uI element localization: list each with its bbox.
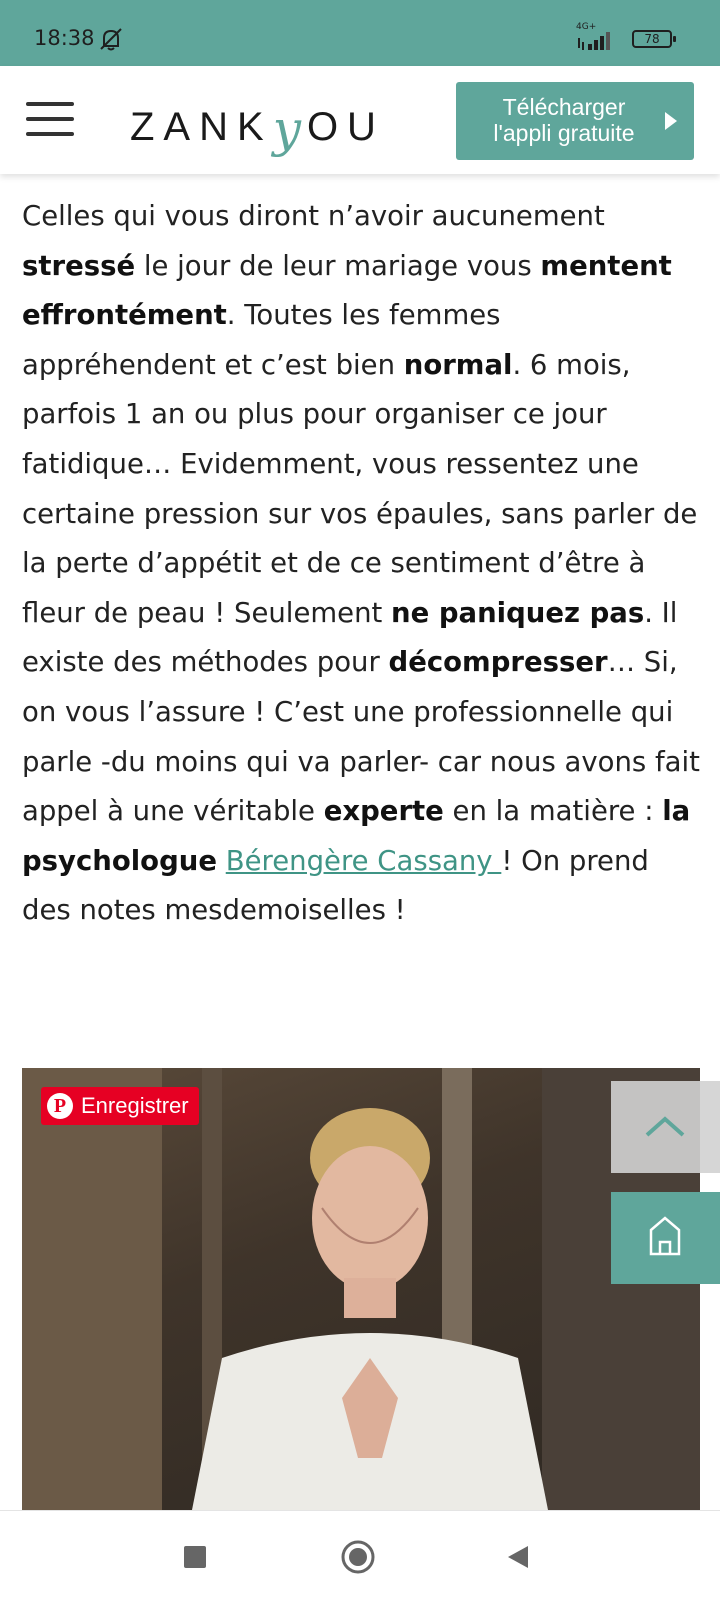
status-bar: 18:38 4G+ 78 (0, 0, 720, 66)
hamburger-menu-icon[interactable] (26, 102, 74, 138)
recent-apps-icon[interactable] (184, 1546, 206, 1568)
article-body: Celles qui vous diront n’avoir aucunemen… (22, 200, 700, 927)
download-app-button[interactable]: Télécharger l'appli gratuite (456, 82, 694, 160)
back-triangle-icon[interactable] (506, 1544, 530, 1570)
pinterest-save-button[interactable]: P Enregistrer (41, 1087, 199, 1125)
signal-icon: 4G+ (574, 22, 620, 52)
zankyou-logo[interactable]: ZANKyOU (130, 94, 385, 158)
home-button[interactable] (611, 1192, 720, 1284)
cta-line-2: l'appli gratuite (493, 120, 635, 146)
bride-photo-illustration (22, 1068, 700, 1510)
home-circle-icon[interactable] (341, 1540, 375, 1574)
site-header: ZANKyOU Télécharger l'appli gratuite (0, 66, 720, 174)
psychologist-link[interactable]: Bérengère Cassany (226, 845, 502, 877)
pinterest-icon: P (47, 1093, 73, 1119)
article-photo: P Enregistrer (22, 1068, 700, 1510)
scroll-to-top-button[interactable] (611, 1081, 720, 1173)
play-arrow-icon (665, 112, 677, 130)
pinterest-save-label: Enregistrer (81, 1093, 189, 1118)
status-time: 18:38 (34, 26, 95, 50)
battery-level: 78 (644, 32, 660, 46)
system-nav-bar (0, 1510, 720, 1601)
muted-bell-icon (100, 28, 122, 51)
chevron-up-icon (645, 1116, 685, 1137)
cta-line-1: Télécharger (502, 94, 626, 120)
home-icon (649, 1216, 681, 1256)
battery-icon: 78 (632, 30, 676, 48)
